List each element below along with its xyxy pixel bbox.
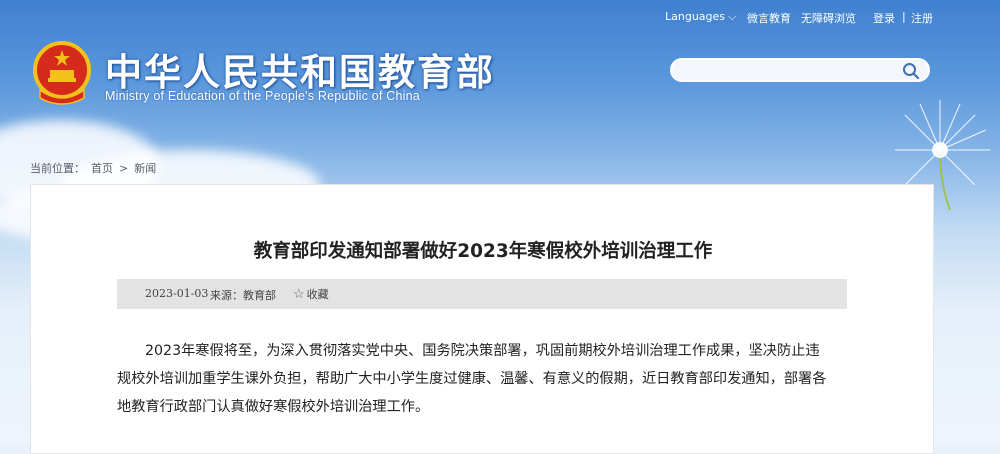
register-link[interactable]: 注册 — [911, 10, 933, 26]
national-emblem-icon[interactable] — [30, 40, 94, 106]
breadcrumb: 当前位置： 首页 > 新闻 — [30, 160, 162, 176]
article-body: 2023年寒假将至，为深入贯彻落实党中央、国务院决策部署，巩固前期校外培训治理工… — [117, 337, 847, 421]
search-icon[interactable] — [902, 62, 920, 80]
favorite-label: 收藏 — [306, 288, 329, 301]
site-subtitle: Ministry of Education of the People's Re… — [105, 89, 420, 103]
search-input[interactable] — [670, 58, 930, 82]
breadcrumb-separator: > — [119, 162, 129, 175]
nav-separator: | — [902, 10, 906, 23]
breadcrumb-home[interactable]: 首页 — [91, 162, 113, 175]
paragraph-line: 2023年寒假将至，为深入贯彻落实党中央、国务院决策部署，巩固前期校外培训治理工… — [145, 343, 820, 359]
login-link[interactable]: 登录 — [873, 10, 895, 26]
breadcrumb-current[interactable]: 新闻 — [134, 162, 156, 175]
breadcrumb-prefix: 当前位置： — [30, 162, 85, 175]
article-title: 教育部印发通知部署做好2023年寒假校外培训治理工作 — [253, 241, 713, 262]
accessible-browse-link[interactable]: 无障碍浏览 — [801, 10, 856, 26]
article-date: 2023-01-03 — [145, 287, 209, 300]
paragraph-line: 规校外培训加重学生课外负担，帮助广大中小学生度过健康、温馨、有意义的假期，近日教… — [117, 371, 827, 387]
weixin-link[interactable]: 微言教育 — [747, 10, 791, 26]
favorite-button[interactable]: ☆ 收藏 — [293, 286, 329, 302]
paragraph-line: 地教育行政部门认真做好寒假校外培训治理工作。 — [117, 399, 430, 415]
article-source: 来源：教育部 — [210, 289, 276, 302]
languages-label: Languages — [665, 10, 726, 23]
article-panel: 教育部印发通知部署做好2023年寒假校外培训治理工作 2023-01-03 来源… — [30, 184, 934, 454]
chevron-down-icon: ⌵ — [728, 10, 737, 23]
star-icon: ☆ — [293, 287, 305, 302]
site-title[interactable]: 中华人民共和国教育部 — [105, 42, 495, 96]
article-meta-bar: 2023-01-03 来源：教育部 ☆ 收藏 — [117, 279, 847, 309]
languages-link[interactable]: Languages ⌵ — [665, 10, 736, 24]
